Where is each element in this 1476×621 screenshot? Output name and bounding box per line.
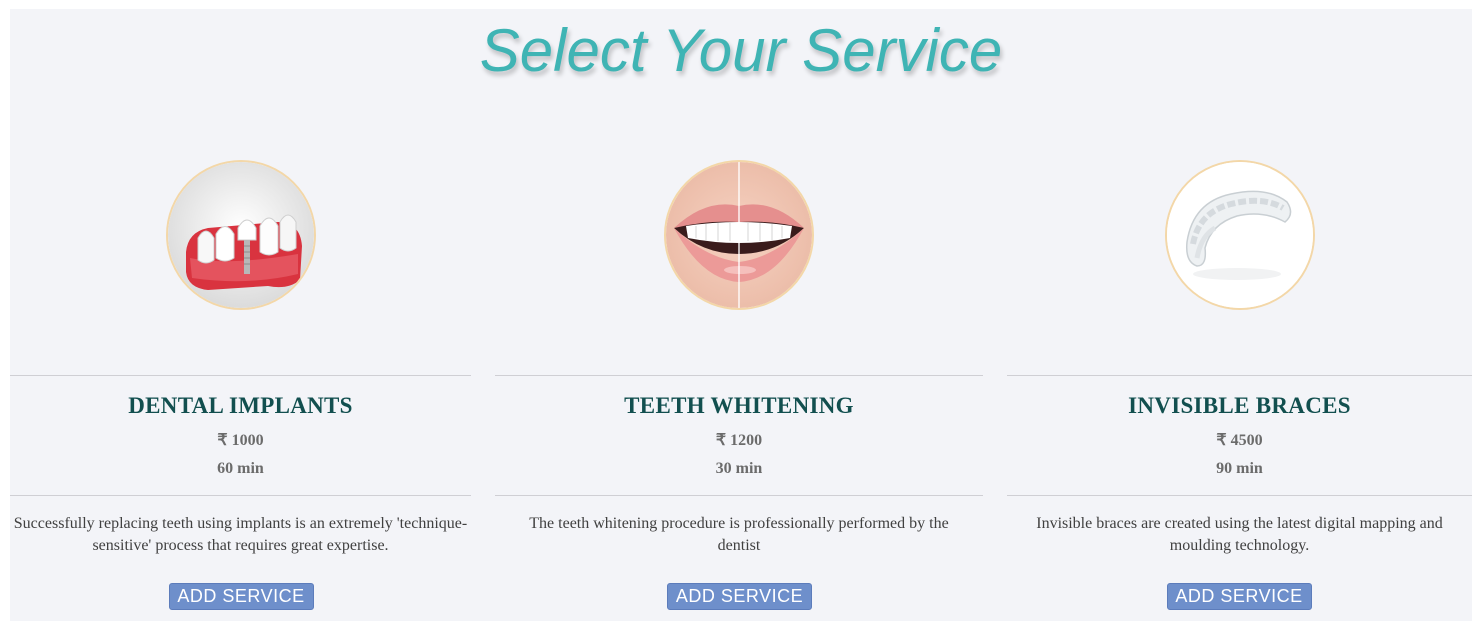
service-price: ₹ 1000: [217, 432, 264, 449]
divider: [1007, 495, 1472, 496]
divider: [495, 495, 983, 496]
divider: [10, 495, 471, 496]
clear-aligner-image: [1164, 160, 1315, 310]
services-page: Select Your Service DENTAL IMPLANTS ₹ 10…: [10, 9, 1472, 621]
divider: [495, 375, 983, 376]
dental-implant-image: [165, 160, 316, 310]
smile-lips-image: [664, 160, 814, 310]
service-duration: 30 min: [715, 460, 763, 477]
divider: [10, 375, 471, 376]
service-name: DENTAL IMPLANTS: [128, 393, 353, 418]
service-duration: 90 min: [1216, 460, 1263, 477]
service-card-invisible-braces: INVISIBLE BRACES ₹ 4500 90 min Invisible…: [1007, 9, 1472, 621]
service-card-teeth-whitening: TEETH WHITENING ₹ 1200 30 min The teeth …: [495, 9, 983, 621]
service-name: INVISIBLE BRACES: [1128, 393, 1351, 418]
add-service-button[interactable]: ADD SERVICE: [1166, 583, 1312, 610]
service-duration: 60 min: [217, 460, 264, 477]
service-description: The teeth whitening procedure is profess…: [529, 515, 949, 554]
add-service-button[interactable]: ADD SERVICE: [168, 583, 314, 610]
service-name: TEETH WHITENING: [624, 393, 854, 418]
service-card-dental-implants: DENTAL IMPLANTS ₹ 1000 60 min Successful…: [10, 9, 471, 621]
divider: [1007, 375, 1472, 376]
service-price: ₹ 4500: [1216, 432, 1263, 449]
service-price: ₹ 1200: [715, 432, 763, 449]
service-description: Invisible braces are created using the l…: [1036, 515, 1443, 554]
add-service-button[interactable]: ADD SERVICE: [667, 583, 812, 610]
service-description: Successfully replacing teeth using impla…: [13, 515, 468, 554]
